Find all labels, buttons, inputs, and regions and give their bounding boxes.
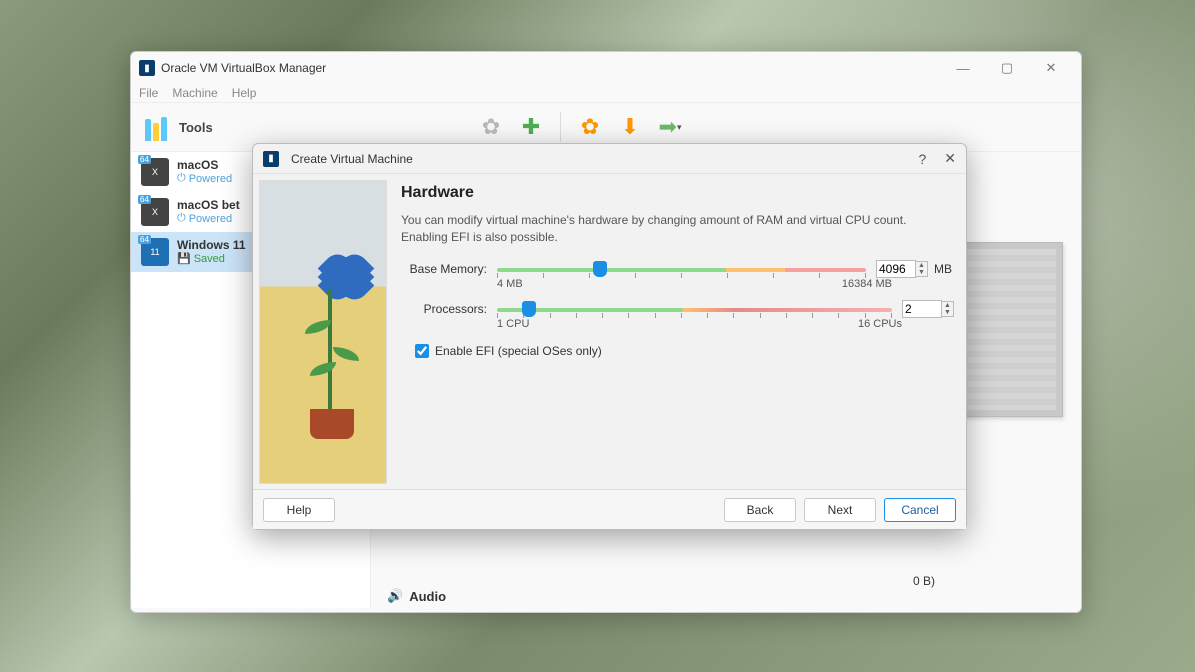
hardware-heading: Hardware <box>401 184 952 202</box>
efi-label: Enable EFI (special OSes only) <box>435 344 602 358</box>
memory-spinner[interactable]: ▲▼ <box>876 260 926 278</box>
vm-state: ⏻Powered <box>177 212 240 225</box>
menu-machine[interactable]: Machine <box>172 86 217 100</box>
back-button[interactable]: Back <box>724 498 796 522</box>
cpu-thumb[interactable] <box>522 301 536 317</box>
vm-os-icon: 6411 <box>141 238 169 266</box>
vm-name: macOS <box>177 158 232 172</box>
tools-button[interactable]: Tools <box>137 109 221 145</box>
spin-down-icon[interactable]: ▼ <box>942 309 953 316</box>
dialog-footer: Help Back Next Cancel <box>253 489 966 529</box>
memory-input[interactable] <box>876 260 916 278</box>
menu-file[interactable]: File <box>139 86 158 100</box>
settings-icon[interactable]: ✿ <box>575 112 605 142</box>
create-vm-dialog: ▮ Create Virtual Machine ? ✕ Hardware Yo… <box>252 143 967 530</box>
vm-os-icon: 64X <box>141 158 169 186</box>
close-button[interactable]: ✕ <box>1029 54 1073 82</box>
dialog-close-icon[interactable]: ✕ <box>944 150 956 167</box>
add-icon[interactable]: ✚ <box>516 112 546 142</box>
vm-os-icon: 64X <box>141 198 169 226</box>
vm-state: 💾Saved <box>177 252 246 265</box>
menu-help[interactable]: Help <box>232 86 257 100</box>
audio-header[interactable]: 🔊Audio <box>387 588 1065 604</box>
tools-label: Tools <box>179 120 213 135</box>
cpu-spinner[interactable]: ▲▼ <box>902 300 952 318</box>
cpu-label: Processors: <box>401 302 487 316</box>
titlebar: ▮ Oracle VM VirtualBox Manager — ▢ ✕ <box>131 52 1081 84</box>
efi-checkbox-row[interactable]: Enable EFI (special OSes only) <box>415 344 952 358</box>
memory-slider[interactable] <box>497 260 866 278</box>
dialog-title: Create Virtual Machine <box>291 152 413 166</box>
dialog-titlebar: ▮ Create Virtual Machine ? ✕ <box>253 144 966 174</box>
memory-unit: MB <box>934 262 952 276</box>
cpu-input[interactable] <box>902 300 942 318</box>
memory-label: Base Memory: <box>401 262 487 276</box>
maximize-button[interactable]: ▢ <box>985 54 1029 82</box>
window-title: Oracle VM VirtualBox Manager <box>161 61 326 75</box>
spin-up-icon[interactable]: ▲ <box>942 302 953 309</box>
cpu-max: 16 CPUs <box>858 318 902 330</box>
start-icon[interactable]: ➡▾ <box>655 112 685 142</box>
vm-name: macOS bet <box>177 198 240 212</box>
cancel-button[interactable]: Cancel <box>884 498 956 522</box>
help-button[interactable]: Help <box>263 498 335 522</box>
memory-max: 16384 MB <box>842 278 892 290</box>
memory-thumb[interactable] <box>593 261 607 277</box>
cpu-min: 1 CPU <box>497 318 529 330</box>
dialog-help-icon[interactable]: ? <box>918 151 926 167</box>
app-icon: ▮ <box>139 60 155 76</box>
minimize-button[interactable]: — <box>941 54 985 82</box>
cpu-slider[interactable] <box>497 300 892 318</box>
toolbar-separator <box>560 112 561 142</box>
next-button[interactable]: Next <box>804 498 876 522</box>
tools-icon <box>145 113 173 141</box>
gear-grey-icon[interactable]: ✿ <box>476 112 506 142</box>
discard-icon[interactable]: ⬇ <box>615 112 645 142</box>
hardware-desc: You can modify virtual machine's hardwar… <box>401 212 952 246</box>
wizard-illustration <box>259 180 387 484</box>
vm-name: Windows 11 <box>177 238 246 252</box>
audio-icon: 🔊 <box>387 588 403 604</box>
spin-down-icon[interactable]: ▼ <box>916 269 927 276</box>
menubar: File Machine Help <box>131 84 1081 102</box>
vm-state: ⏻Powered <box>177 172 232 185</box>
io-value: 0 B) <box>387 574 1065 588</box>
efi-checkbox[interactable] <box>415 344 429 358</box>
spin-up-icon[interactable]: ▲ <box>916 262 927 269</box>
hardware-form: Hardware You can modify virtual machine'… <box>401 180 956 483</box>
dialog-icon: ▮ <box>263 151 279 167</box>
memory-min: 4 MB <box>497 278 523 290</box>
